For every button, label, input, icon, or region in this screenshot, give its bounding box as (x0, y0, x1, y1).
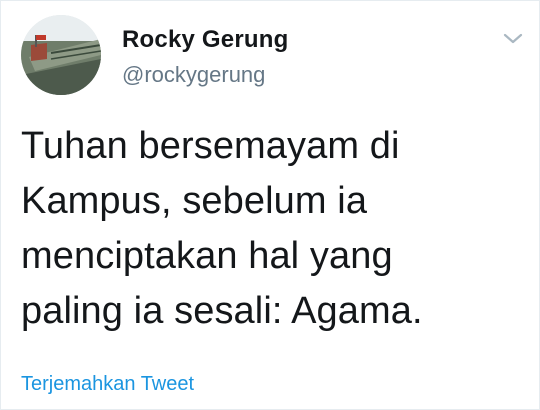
display-name[interactable]: Rocky Gerung (122, 25, 288, 55)
tweet-card: Rocky Gerung @rockygerung Tuhan bersemay… (0, 0, 540, 410)
avatar[interactable] (21, 15, 101, 95)
tweet-options-button[interactable] (501, 29, 525, 47)
author-block: Rocky Gerung @rockygerung (122, 25, 288, 89)
tweet-text-line: Kampus, sebelum ia (21, 180, 368, 222)
user-handle[interactable]: @rockygerung (122, 61, 288, 89)
tweet-text-line: menciptakan hal yang (21, 235, 393, 277)
tweet-text-line: Tuhan bersemayam di (21, 125, 400, 167)
avatar-image (21, 15, 101, 95)
chevron-down-icon (503, 33, 523, 44)
tweet-text: Tuhan bersemayam di Kampus, sebelum ia m… (21, 119, 521, 339)
translate-tweet-link[interactable]: Terjemahkan Tweet (21, 371, 194, 397)
tweet-text-line: paling ia sesali: Agama. (21, 290, 423, 332)
